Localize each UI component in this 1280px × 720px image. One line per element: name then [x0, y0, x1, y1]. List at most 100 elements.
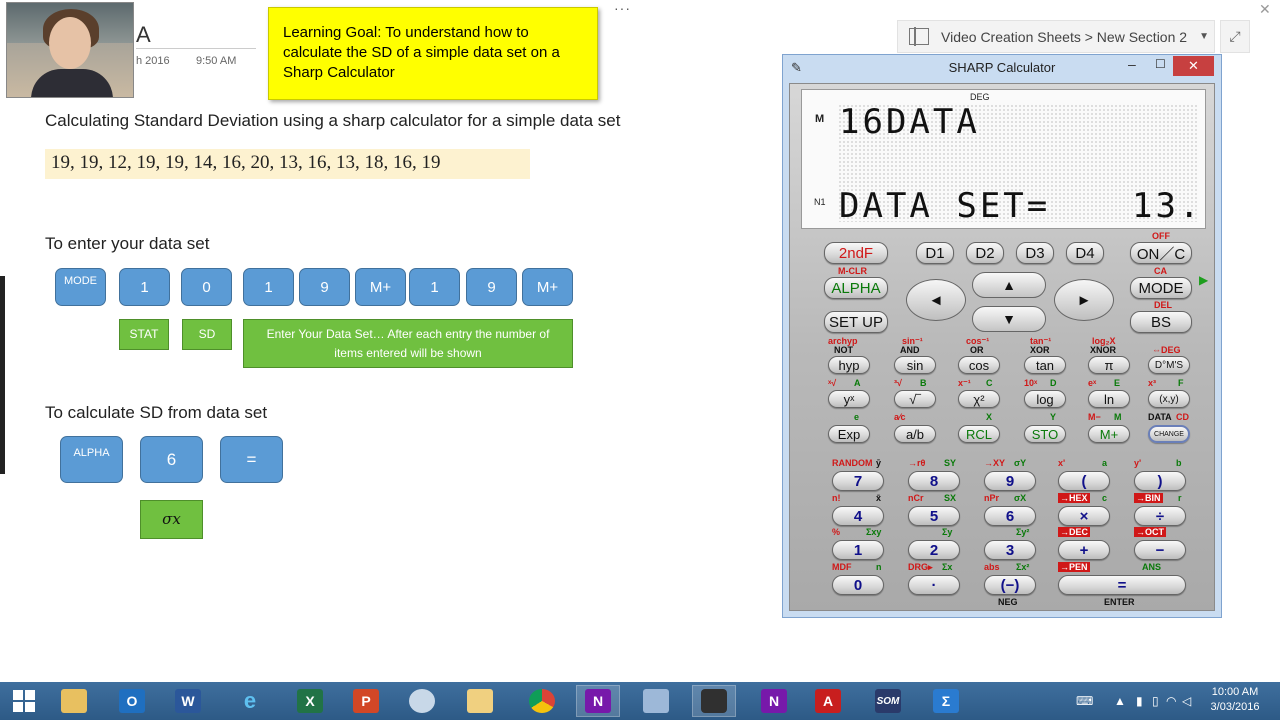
excel-icon[interactable]: X [288, 685, 332, 717]
chrome-icon[interactable] [520, 685, 564, 717]
battery-icon[interactable]: ▮ [1136, 682, 1143, 720]
key-mplus[interactable]: M+ [1088, 425, 1130, 443]
wifi-icon[interactable]: ◠ [1166, 682, 1176, 720]
keyboard-icon[interactable]: ⌨ [1076, 682, 1093, 720]
key-xy[interactable]: (x,y) [1148, 390, 1190, 408]
key-2ndf[interactable]: 2ndF [824, 242, 888, 264]
key-equals[interactable]: = [1058, 575, 1186, 595]
label-data: DATA [1148, 412, 1172, 422]
key-left-arrow[interactable]: ◄ [906, 279, 966, 321]
key-x-squared[interactable]: χ² [958, 390, 1000, 408]
calculator-body: DEG M N1 16DATA DATA SET= 13. 2ndF D1 D2… [789, 83, 1215, 611]
label-sum-x2: Σx² [1016, 562, 1030, 572]
key-9[interactable]: 9 [984, 471, 1036, 491]
key-up-arrow[interactable]: ▲ [972, 272, 1046, 298]
key-multiply[interactable]: × [1058, 506, 1110, 526]
key-sin[interactable]: sin [894, 356, 936, 374]
key-fraction[interactable]: a/b [894, 425, 936, 443]
key-d3[interactable]: D3 [1016, 242, 1054, 264]
label-cbrt: ³√ [894, 378, 902, 388]
key-decimal[interactable]: · [908, 575, 960, 595]
key-setup[interactable]: SET UP [824, 311, 888, 333]
key-exp[interactable]: Exp [828, 425, 870, 443]
key-alpha[interactable]: ALPHA [824, 277, 888, 299]
key-5[interactable]: 5 [908, 506, 960, 526]
key-d4[interactable]: D4 [1066, 242, 1104, 264]
key-6[interactable]: 6 [984, 506, 1036, 526]
close-icon[interactable]: ✕ [1259, 1, 1271, 18]
key-0[interactable]: 0 [832, 575, 884, 595]
key-1[interactable]: 1 [832, 540, 884, 560]
label-to-oct: →OCT [1134, 527, 1166, 537]
label-del: DEL [1154, 300, 1172, 310]
file-explorer-icon[interactable] [52, 685, 96, 717]
key-d2[interactable]: D2 [966, 242, 1004, 264]
outlook-icon[interactable]: O [110, 685, 154, 717]
more-options-icon[interactable]: ··· [614, 0, 631, 16]
calculator-app-icon[interactable] [634, 685, 678, 717]
photos-icon[interactable] [458, 685, 502, 717]
key-mplus-shape: M+ [522, 268, 573, 306]
sharp-calculator-taskbar-icon[interactable] [692, 685, 736, 717]
key-8[interactable]: 8 [908, 471, 960, 491]
label-ybar: ȳ [876, 458, 882, 468]
key-plus[interactable]: + [1058, 540, 1110, 560]
som-icon[interactable]: SOM [866, 685, 910, 717]
network-icon[interactable]: ▯ [1152, 682, 1159, 720]
key-sqrt[interactable]: √‾ [894, 390, 936, 408]
minimize-button[interactable]: – [1128, 56, 1136, 72]
internet-explorer-icon[interactable]: e [228, 685, 272, 717]
key-d1[interactable]: D1 [916, 242, 954, 264]
key-cos[interactable]: cos [958, 356, 1000, 374]
key-bs[interactable]: BS [1130, 311, 1192, 333]
key-right-paren[interactable]: ) [1134, 471, 1186, 491]
key-2[interactable]: 2 [908, 540, 960, 560]
tray-expand-icon[interactable]: ▲ [1114, 682, 1126, 720]
key-down-arrow[interactable]: ▼ [972, 306, 1046, 332]
sigma-app-icon[interactable]: Σ [924, 685, 968, 717]
key-change[interactable]: CHANGE [1148, 425, 1190, 443]
volume-icon[interactable]: ◁ [1182, 682, 1191, 720]
key-right-arrow[interactable]: ► [1054, 279, 1114, 321]
label-off: OFF [1152, 231, 1170, 241]
expand-icon[interactable]: ⤢ [1220, 20, 1250, 53]
maximize-button[interactable]: ☐ [1155, 57, 1166, 71]
key-dms[interactable]: D°M'S [1148, 356, 1190, 374]
windows-start-icon[interactable] [2, 685, 46, 717]
label-sy: SY [944, 458, 957, 468]
display-line-2-value: 13. [1132, 186, 1203, 226]
close-button[interactable]: ✕ [1173, 56, 1214, 76]
key-left-paren[interactable]: ( [1058, 471, 1110, 491]
label-sum-xy: Σxy [866, 527, 882, 537]
key-on-c[interactable]: ON／C [1130, 242, 1192, 264]
acrobat-icon[interactable]: A [806, 685, 850, 717]
powerpoint-icon[interactable]: P [344, 685, 388, 717]
paint-icon[interactable] [400, 685, 444, 717]
key-tan[interactable]: tan [1024, 356, 1066, 374]
key-4[interactable]: 4 [832, 506, 884, 526]
page-time: 9:50 AM [196, 55, 237, 67]
label-nfact: n! [832, 493, 841, 503]
key-negative[interactable]: (−) [984, 575, 1036, 595]
key-divide[interactable]: ÷ [1134, 506, 1186, 526]
key-3[interactable]: 3 [984, 540, 1036, 560]
key-yx[interactable]: yˣ [828, 390, 870, 408]
key-1-shape: 1 [243, 268, 294, 306]
calculator-titlebar[interactable]: ✎ SHARP Calculator – ☐ ✕ [783, 55, 1221, 81]
key-pi[interactable]: π [1088, 356, 1130, 374]
key-hyp[interactable]: hyp [828, 356, 870, 374]
key-minus[interactable]: − [1134, 540, 1186, 560]
chevron-down-icon[interactable]: ▼ [1199, 31, 1209, 42]
notebook-breadcrumb[interactable]: Video Creation Sheets > New Section 2 ▼ [897, 20, 1215, 53]
word-icon[interactable]: W [166, 685, 210, 717]
key-sto[interactable]: STO [1024, 425, 1066, 443]
key-rcl[interactable]: RCL [958, 425, 1000, 443]
key-mode[interactable]: MODE [1130, 277, 1192, 299]
onenote-icon[interactable]: N [576, 685, 620, 717]
onenote-secondary-icon[interactable]: N [752, 685, 796, 717]
system-clock[interactable]: 10:00 AM 3/03/2016 [1200, 685, 1270, 715]
key-log[interactable]: log [1024, 390, 1066, 408]
key-ln[interactable]: ln [1088, 390, 1130, 408]
key-7[interactable]: 7 [832, 471, 884, 491]
learning-goal-note: Learning Goal: To understand how to calc… [268, 7, 598, 100]
